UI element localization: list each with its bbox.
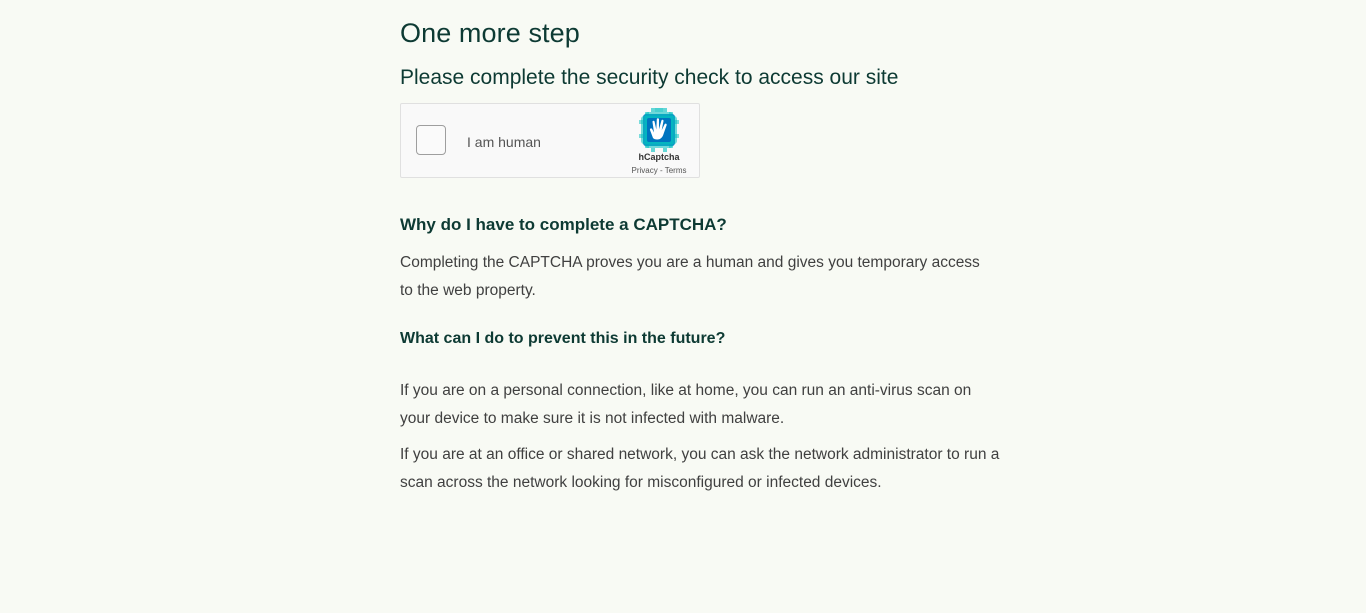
faq-answer-personal-connection: If you are on a personal connection, lik… xyxy=(400,382,972,427)
captcha-label: I am human xyxy=(467,134,541,150)
captcha-links: Privacy - Terms xyxy=(617,166,701,175)
faq-question-prevent: What can I do to prevent this in the fut… xyxy=(400,330,726,347)
faq-question-why-captcha: Why do I have to complete a CAPTCHA? xyxy=(400,215,727,234)
page-subtitle: Please complete the security check to ac… xyxy=(400,66,899,89)
terms-link[interactable]: Terms xyxy=(665,166,687,175)
privacy-link[interactable]: Privacy xyxy=(632,166,658,175)
captcha-checkbox[interactable] xyxy=(416,125,446,155)
links-separator: - xyxy=(657,166,665,175)
faq-answer-shared-network: If you are at an office or shared networ… xyxy=(400,446,1000,491)
hcaptcha-brand-label: hCaptcha xyxy=(638,152,680,162)
hcaptcha-widget[interactable]: I am human hCaptcha Privacy - Terms xyxy=(400,103,700,178)
faq-answer-why-captcha: Completing the CAPTCHA proves you are a … xyxy=(400,254,980,299)
page-title: One more step xyxy=(400,18,580,48)
hcaptcha-hand-icon xyxy=(639,108,679,152)
